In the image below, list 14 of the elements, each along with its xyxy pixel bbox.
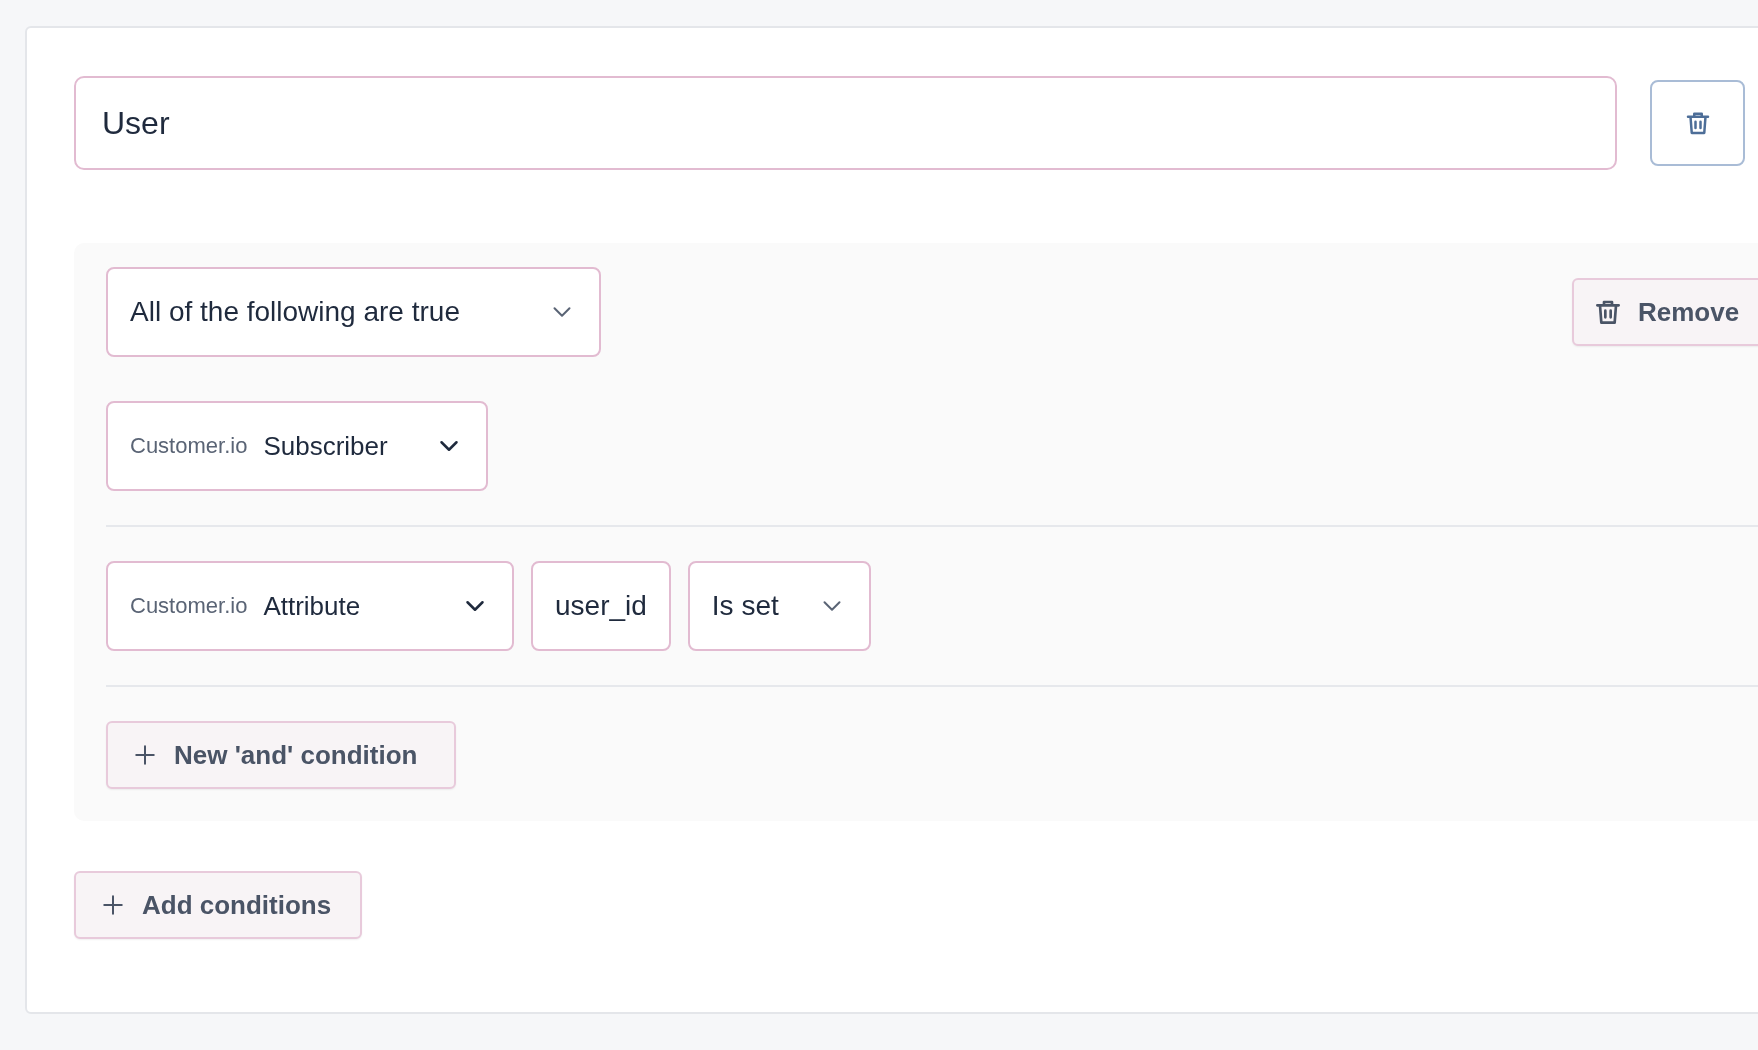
source-select[interactable]: Customer.io Subscriber [106, 401, 488, 491]
add-conditions-button[interactable]: Add conditions [74, 871, 362, 939]
type-value: Subscriber [263, 430, 388, 462]
source-label: Customer.io [130, 593, 248, 619]
match-select[interactable]: All of the following are true [106, 267, 601, 357]
remove-button[interactable]: Remove [1572, 278, 1758, 346]
type-value: Attribute [263, 590, 361, 622]
source-select[interactable]: Customer.io Attribute [106, 561, 514, 651]
name-field[interactable]: User [74, 76, 1617, 170]
new-and-condition-button[interactable]: New 'and' condition [106, 721, 456, 789]
delete-button[interactable] [1650, 80, 1745, 166]
attribute-field[interactable]: user_id [531, 561, 671, 651]
operator-select[interactable]: Is set [687, 561, 871, 651]
source-label: Customer.io [130, 433, 248, 459]
